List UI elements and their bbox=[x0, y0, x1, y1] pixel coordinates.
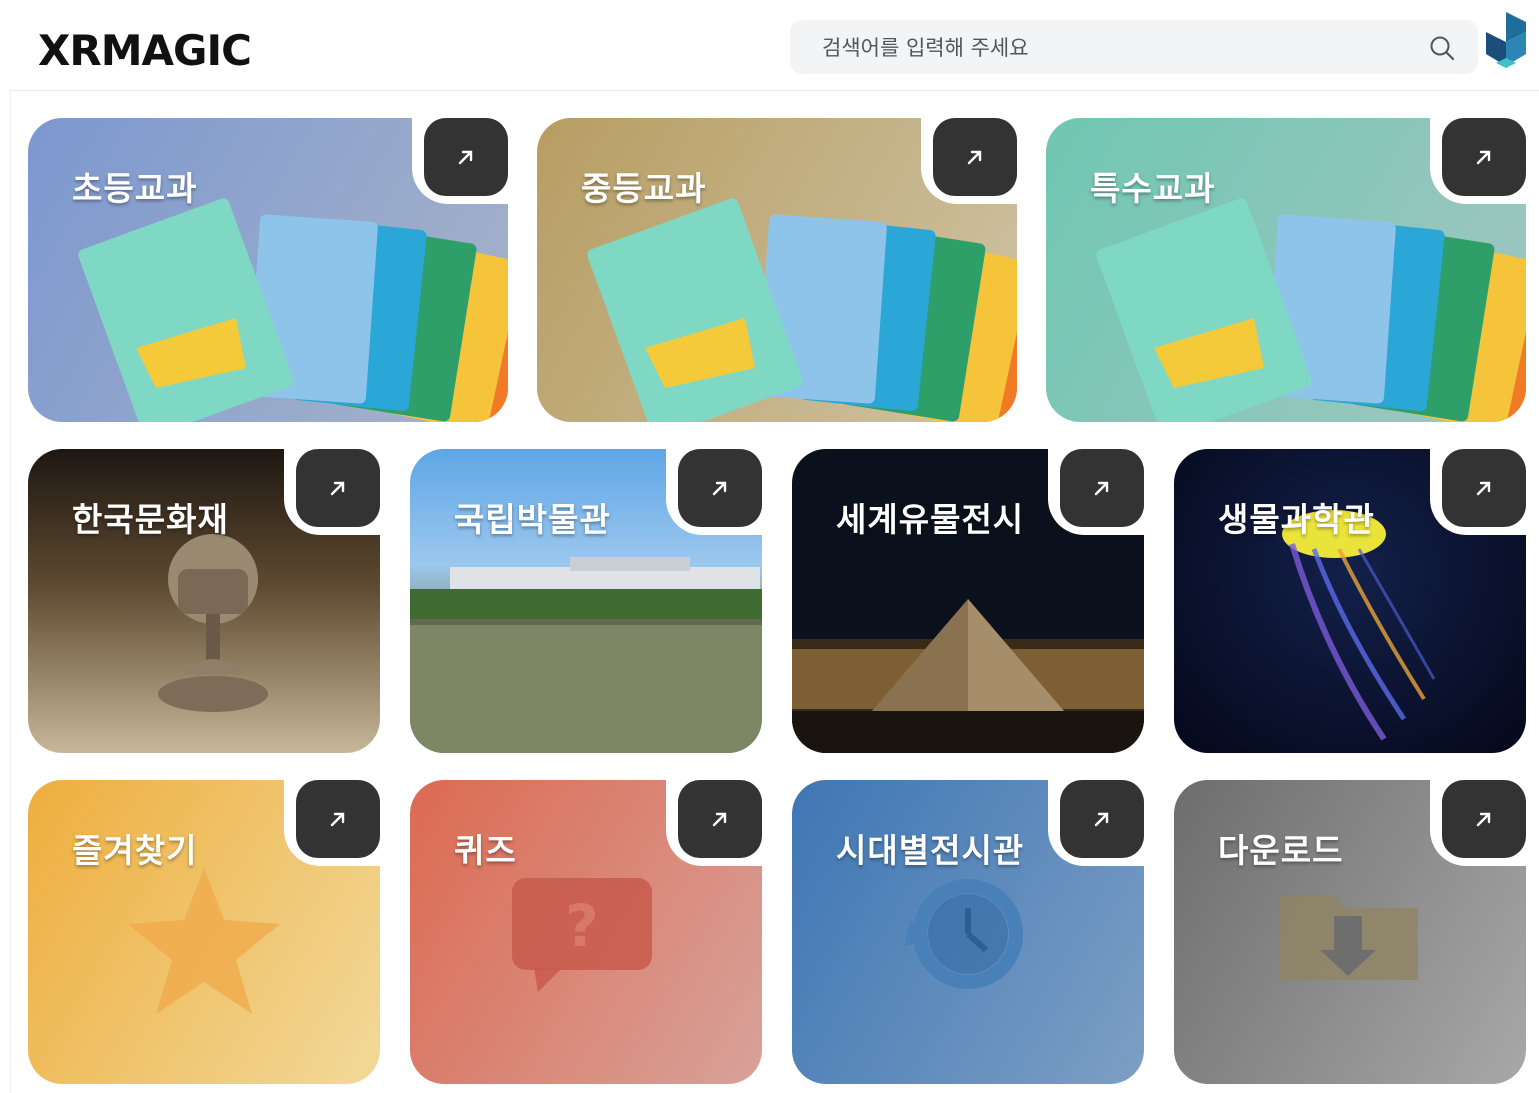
card-title: 시대별전시관 bbox=[836, 831, 1025, 870]
search-bar bbox=[790, 20, 1478, 74]
svg-text:?: ? bbox=[565, 892, 599, 960]
card-open-button[interactable] bbox=[296, 449, 380, 527]
card-title: 초등교과 bbox=[72, 169, 198, 208]
top-header: XRMAGIC bbox=[10, 8, 1539, 91]
arrow-up-right-icon bbox=[712, 481, 727, 496]
card-title: 퀴즈 bbox=[454, 831, 517, 870]
card-open-button[interactable] bbox=[1442, 449, 1526, 527]
arrow-up-right-icon bbox=[1094, 481, 1109, 496]
arrow-up-right-icon bbox=[1476, 150, 1491, 165]
card-open-button[interactable] bbox=[1442, 118, 1526, 196]
arrow-up-right-icon bbox=[330, 812, 345, 827]
arrow-up-right-icon bbox=[330, 481, 345, 496]
arrow-up-right-icon bbox=[1476, 481, 1491, 496]
card-open-button[interactable] bbox=[1060, 449, 1144, 527]
card-title: 세계유물전시 bbox=[836, 500, 1025, 539]
card-open-button[interactable] bbox=[1442, 780, 1526, 858]
card-open-button[interactable] bbox=[933, 118, 1017, 196]
arrow-up-right-icon bbox=[1476, 812, 1491, 827]
card-title: 다운로드 bbox=[1218, 831, 1344, 870]
card-title: 생물과학관 bbox=[1218, 500, 1375, 539]
card-open-button[interactable] bbox=[678, 780, 762, 858]
card-title: 특수교과 bbox=[1090, 169, 1216, 208]
card-title: 즐겨찾기 bbox=[72, 831, 198, 870]
brand-cube-icon[interactable] bbox=[1482, 10, 1530, 72]
arrow-up-right-icon bbox=[458, 150, 473, 165]
search-icon[interactable] bbox=[1428, 34, 1456, 62]
arrow-up-right-icon bbox=[1094, 812, 1109, 827]
card-open-button[interactable] bbox=[424, 118, 508, 196]
card-title: 한국문화재 bbox=[72, 500, 229, 539]
arrow-up-right-icon bbox=[967, 150, 982, 165]
search-input[interactable] bbox=[820, 30, 1404, 66]
card-title: 국립박물관 bbox=[454, 500, 611, 539]
card-open-button[interactable] bbox=[296, 780, 380, 858]
arrow-up-right-icon bbox=[712, 812, 727, 827]
card-title: 중등교과 bbox=[581, 169, 707, 208]
card-open-button[interactable] bbox=[678, 449, 762, 527]
app-logo[interactable]: XRMAGIC bbox=[38, 26, 252, 75]
card-open-button[interactable] bbox=[1060, 780, 1144, 858]
